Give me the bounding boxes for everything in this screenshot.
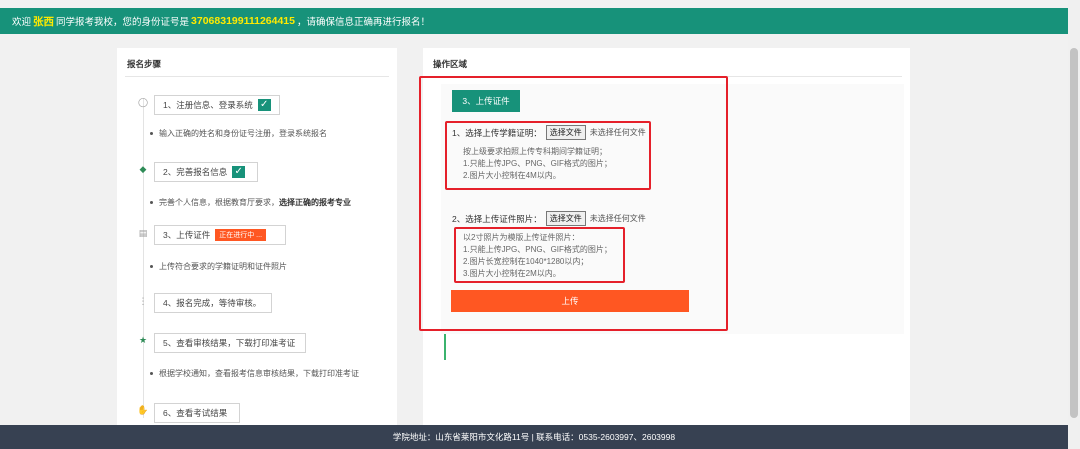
operation-panel-title: 操作区域	[433, 59, 468, 69]
bullet-icon	[150, 132, 153, 136]
step-5-desc-text: 根据学校通知，查看报考信息审核结果，下载打印准考证	[159, 369, 359, 378]
step-1-desc: 输入正确的姓名和身份证号注册，登录系统报名	[150, 128, 327, 139]
step-5-label: 5、查看审核结果，下载打印准考证	[163, 338, 296, 348]
student-name: 张西	[33, 15, 55, 28]
green-indicator	[444, 334, 446, 360]
loading-icon: ⋮	[138, 296, 148, 306]
step-3: 3、上传证件 正在进行中 ...	[154, 225, 286, 245]
step-1-label: 1、注册信息、登录系统	[163, 100, 253, 110]
layers-icon: ◆	[139, 164, 147, 174]
check-icon: ✓	[232, 166, 246, 178]
step-5-desc: 根据学校通知，查看报考信息审核结果，下载打印准考证	[150, 368, 359, 379]
step-5: 5、查看审核结果，下载打印准考证	[154, 333, 306, 353]
check-icon: ✓	[257, 99, 271, 111]
banner-prefix: 欢迎	[12, 17, 32, 28]
banner-suffix: ，请确保信息正确再进行报名！	[297, 17, 431, 28]
book-icon: ▤	[138, 228, 148, 238]
in-progress-badge: 正在进行中 ...	[215, 229, 267, 241]
star-icon: ★	[138, 335, 148, 345]
step-4: 4、报名完成，等待审核。	[154, 293, 272, 313]
step-4-label: 4、报名完成，等待审核。	[163, 298, 262, 308]
step-2: 2、完善报名信息 ✓	[154, 162, 258, 182]
hand-icon: ✋	[137, 405, 149, 415]
step-6: 6、查看考试结果	[154, 403, 240, 423]
step-1: 1、注册信息、登录系统 ✓	[154, 95, 280, 115]
annotation-box-outer	[419, 76, 728, 331]
footer-text: 学院地址：山东省莱阳市文化路11号 | 联系电话：0535-2603997、26…	[392, 432, 676, 442]
divider	[125, 76, 389, 77]
scrollbar-thumb[interactable]	[1070, 48, 1078, 418]
step-3-desc-text: 上传符合要求的学籍证明和证件照片	[159, 262, 287, 271]
bullet-icon	[150, 265, 153, 269]
steps-panel-title: 报名步骤	[127, 59, 162, 69]
step-2-desc: 完善个人信息，根据教育厅要求，选择正确的报考专业	[150, 197, 351, 208]
timeline-line	[143, 98, 144, 418]
step-1-desc-text: 输入正确的姓名和身份证号注册，登录系统报名	[159, 129, 327, 138]
step-2-label: 2、完善报名信息	[163, 167, 228, 177]
footer: 学院地址：山东省莱阳市文化路11号 | 联系电话：0535-2603997、26…	[0, 425, 1068, 449]
banner-middle: 同学报考我校，您的身份证号是	[56, 17, 190, 28]
bullet-icon	[150, 201, 153, 205]
id-number: 370683199111264415	[191, 15, 295, 27]
user-icon: ◯	[137, 97, 149, 107]
step-2-desc-text: 完善个人信息，根据教育厅要求，	[159, 198, 279, 207]
bullet-icon	[150, 372, 153, 376]
step-3-desc: 上传符合要求的学籍证明和证件照片	[150, 261, 287, 272]
step-3-label: 3、上传证件	[163, 230, 211, 240]
step-6-label: 6、查看考试结果	[163, 408, 228, 418]
step-2-desc-bold: 选择正确的报考专业	[279, 198, 351, 207]
welcome-banner: 欢迎 张西 同学报考我校，您的身份证号是 370683199111264415 …	[0, 8, 1068, 34]
